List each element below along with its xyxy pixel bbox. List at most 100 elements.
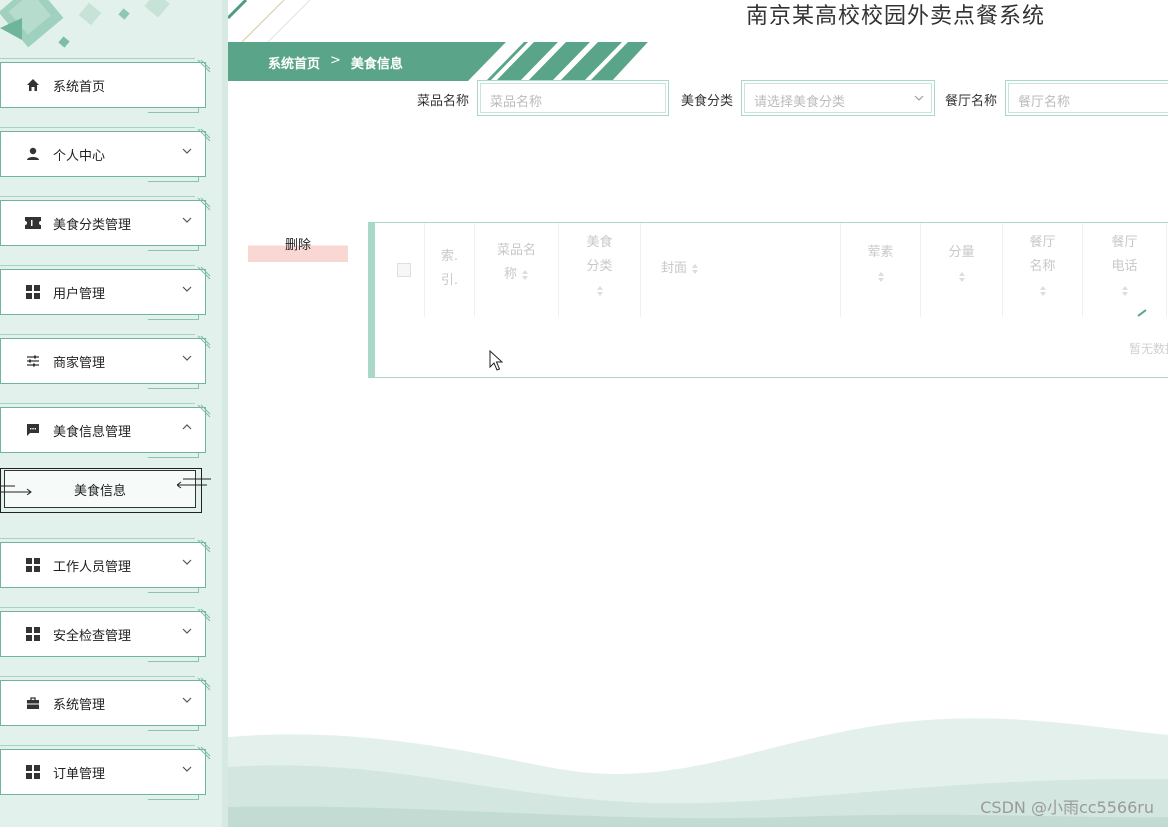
sidebar-item-merchant-management[interactable]: 商家管理 bbox=[0, 334, 211, 389]
corner-decoration bbox=[197, 608, 211, 622]
ticket-icon bbox=[24, 214, 42, 232]
sidebar-item-personal-center[interactable]: 个人中心 bbox=[0, 127, 211, 182]
grid-icon bbox=[24, 556, 42, 574]
sidebar-item-label: 安全检查管理 bbox=[53, 628, 132, 644]
sidebar-item-safety-check[interactable]: 安全检查管理 bbox=[0, 607, 211, 662]
sidebar-item-label: 个人中心 bbox=[53, 148, 106, 164]
sidebar-item-food-category[interactable]: 美食分类管理 bbox=[0, 196, 211, 251]
sort-icon bbox=[877, 271, 884, 282]
column-dish-name-line1: 菜品名 bbox=[496, 243, 536, 258]
column-index-line1: 索. bbox=[440, 249, 459, 264]
arrows-right-icon bbox=[1, 485, 32, 495]
breadcrumb-separator: > bbox=[330, 53, 341, 68]
column-restaurant-name-line2: 名称 bbox=[1029, 259, 1056, 274]
restaurant-name-input[interactable]: 餐厅名称 bbox=[1005, 80, 1168, 116]
sort-icon bbox=[692, 263, 699, 274]
breadcrumb-current: 美食信息 bbox=[350, 57, 403, 72]
food-category-label: 美食分类 bbox=[681, 94, 734, 109]
column-meat-veg-label: 荤素 bbox=[867, 245, 894, 260]
select-all-checkbox[interactable] bbox=[397, 263, 411, 277]
corner-decoration bbox=[197, 266, 211, 280]
corner-decoration bbox=[197, 677, 211, 691]
breadcrumb: 系统首页 > 美食信息 bbox=[268, 53, 403, 72]
column-dish-name[interactable]: 菜品名称 bbox=[475, 223, 559, 317]
sidebar-subitem-food-info[interactable]: 美食信息 bbox=[1, 470, 211, 508]
chevron-down-icon bbox=[182, 766, 192, 772]
sidebar-item-label: 商家管理 bbox=[53, 355, 106, 371]
chevron-down-icon bbox=[182, 286, 192, 292]
corner-decoration bbox=[197, 404, 211, 418]
sidebar-item-user-management[interactable]: 用户管理 bbox=[0, 265, 211, 320]
column-portion[interactable]: 分量 bbox=[921, 223, 1003, 317]
user-icon bbox=[24, 145, 42, 163]
chevron-down-icon bbox=[914, 95, 924, 101]
restaurant-name-label: 餐厅名称 bbox=[945, 94, 998, 109]
column-cover-label: 封面 bbox=[661, 261, 688, 276]
sidebar-item-label: 美食信息管理 bbox=[53, 424, 132, 440]
column-restaurant-name-line1: 餐厅 bbox=[1029, 235, 1056, 250]
main-content: 南京某高校校园外卖点餐系统 系统首页 > 美食信息 菜品名称 菜品名称 美食分类… bbox=[228, 0, 1168, 827]
column-index[interactable]: 索. 引. bbox=[425, 223, 475, 317]
column-food-category-line1: 美食 bbox=[586, 235, 613, 250]
home-icon bbox=[24, 76, 42, 94]
dish-name-placeholder: 菜品名称 bbox=[480, 83, 666, 113]
column-meat-veg[interactable]: 荤素 bbox=[841, 223, 921, 317]
corner-decoration bbox=[197, 335, 211, 349]
column-restaurant-phone[interactable]: 餐厅 电话 bbox=[1083, 223, 1167, 317]
sidebar-item-home[interactable]: 系统首页 bbox=[0, 58, 211, 113]
column-portion-label: 分量 bbox=[948, 245, 975, 260]
table-header: 索. 引. 菜品名称 美食分类 封面 荤素 分量 餐厅名称 餐厅电话 bbox=[375, 223, 1168, 317]
column-food-category-line2: 分类 bbox=[586, 259, 613, 274]
submenu-item-label: 美食信息 bbox=[73, 483, 126, 499]
column-cover[interactable]: 封面 bbox=[641, 223, 841, 317]
sidebar-item-label: 用户管理 bbox=[53, 286, 106, 302]
column-restaurant-phone-line2: 电话 bbox=[1111, 259, 1138, 274]
restaurant-name-placeholder: 餐厅名称 bbox=[1008, 83, 1168, 113]
breadcrumb-home[interactable]: 系统首页 bbox=[268, 53, 320, 72]
column-index-line2: 引. bbox=[440, 273, 459, 288]
column-food-category[interactable]: 美食 分类 bbox=[559, 223, 641, 317]
delete-button[interactable]: 删除 bbox=[248, 232, 348, 262]
mouse-cursor-icon bbox=[489, 350, 503, 371]
chevron-down-icon bbox=[182, 217, 192, 223]
sidebar-item-label: 系统管理 bbox=[53, 697, 106, 713]
column-restaurant-name[interactable]: 餐厅 名称 bbox=[1003, 223, 1083, 317]
sort-icon bbox=[522, 269, 528, 280]
grid-icon bbox=[24, 625, 42, 643]
sidebar: 系统首页 个人中心 美食分类管理 用户管理 商家管理 美食信息管理 美食信息 工… bbox=[0, 0, 228, 827]
app-title: 南京某高校校园外卖点餐系统 bbox=[746, 4, 1046, 29]
sidebar-decoration bbox=[0, 0, 170, 48]
chat-icon bbox=[24, 421, 42, 439]
dish-name-input[interactable]: 菜品名称 bbox=[477, 80, 669, 116]
sidebar-item-label: 系统首页 bbox=[53, 79, 106, 95]
food-category-select[interactable]: 请选择美食分类 bbox=[741, 80, 935, 116]
sidebar-item-label: 工作人员管理 bbox=[53, 559, 132, 575]
chevron-down-icon bbox=[182, 148, 192, 154]
sidebar-item-food-info-management[interactable]: 美食信息管理 bbox=[0, 403, 211, 458]
sidebar-item-staff-management[interactable]: 工作人员管理 bbox=[0, 538, 211, 593]
sliders-icon bbox=[24, 352, 42, 370]
dish-name-label: 菜品名称 bbox=[417, 94, 470, 109]
corner-decoration bbox=[197, 197, 211, 211]
chevron-down-icon bbox=[182, 559, 192, 565]
sort-icon bbox=[1121, 285, 1128, 296]
empty-table-text: 暂无数据 bbox=[1128, 342, 1168, 356]
sidebar-item-system-management[interactable]: 系统管理 bbox=[0, 676, 211, 731]
sort-icon bbox=[596, 285, 603, 296]
column-dish-name-line2: 称 bbox=[503, 267, 517, 282]
sidebar-item-order-management[interactable]: 订单管理 bbox=[0, 745, 211, 800]
chevron-down-icon bbox=[182, 355, 192, 361]
chevron-down-icon bbox=[182, 628, 192, 634]
grid-icon bbox=[24, 283, 42, 301]
food-category-placeholder: 请选择美食分类 bbox=[744, 83, 932, 113]
select-all-column bbox=[375, 223, 425, 317]
sort-icon bbox=[958, 271, 965, 282]
csdn-watermark: CSDN @小雨cc5566ru bbox=[980, 798, 1154, 817]
loading-spinner-icon bbox=[1137, 309, 1147, 317]
briefcase-icon bbox=[24, 694, 42, 712]
search-bar: 菜品名称 菜品名称 美食分类 请选择美食分类 餐厅名称 餐厅名称 bbox=[228, 80, 1168, 116]
column-restaurant-phone-line1: 餐厅 bbox=[1111, 235, 1138, 250]
data-table: 索. 引. 菜品名称 美食 分类 封面 荤素 分量 餐厅 名称 餐厅 电话 暂无… bbox=[368, 222, 1168, 378]
sidebar-item-label: 订单管理 bbox=[53, 766, 106, 782]
grid-icon bbox=[24, 763, 42, 781]
